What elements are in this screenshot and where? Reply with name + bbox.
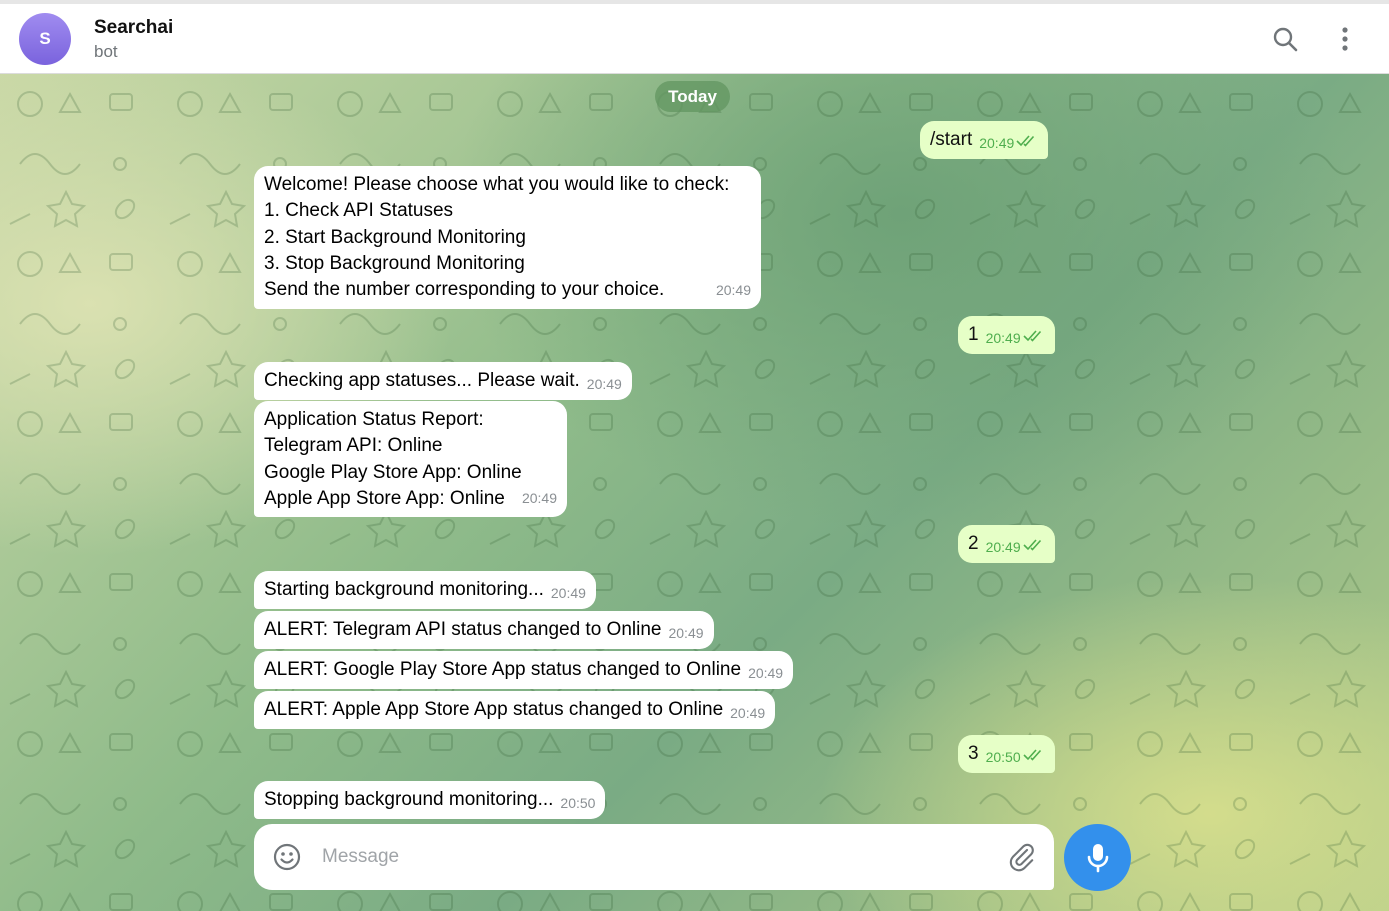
message-time: 20:49 (985, 539, 1021, 555)
message-composer (254, 824, 1054, 890)
message-incoming[interactable]: ALERT: Telegram API status changed to On… (254, 611, 714, 650)
message-input[interactable] (322, 842, 982, 872)
message-outgoing[interactable]: /start 20:49 (920, 121, 1049, 160)
chat-subtitle: bot (94, 42, 118, 61)
double-check-icon (1023, 539, 1041, 551)
message-time: 20:49 (748, 665, 784, 681)
message-text: ALERT: Google Play Store App status chan… (264, 659, 742, 680)
search-icon (1273, 27, 1298, 52)
smile-icon (273, 843, 301, 871)
message-outgoing[interactable]: 2 20:49 (958, 525, 1055, 564)
more-menu-button[interactable] (1328, 22, 1362, 56)
message-incoming[interactable]: Starting background monitoring... 20:49 (254, 571, 596, 610)
message-time: 20:49 (985, 330, 1021, 346)
message-text: Application Status Report: Telegram API:… (264, 409, 522, 509)
message-text: 1 (968, 324, 979, 345)
message-text: Starting background monitoring... (264, 579, 544, 600)
microphone-icon (1087, 843, 1108, 872)
message-text: Stopping background monitoring... (264, 789, 554, 810)
chat-title[interactable]: Searchai (94, 17, 173, 39)
message-text: Checking app statuses... Please wait. (264, 370, 580, 391)
message-time: 20:50 (560, 795, 596, 811)
message-text: 3 (968, 743, 979, 764)
message-incoming[interactable]: Stopping background monitoring... 20:50 (254, 781, 606, 820)
paperclip-icon (1009, 843, 1034, 872)
message-incoming[interactable]: ALERT: Google Play Store App status chan… (254, 651, 794, 690)
message-text: ALERT: Telegram API status changed to On… (264, 619, 662, 640)
double-check-icon (1016, 135, 1035, 147)
message-time: 20:49 (730, 705, 766, 721)
message-text: ALERT: Apple App Store App status change… (264, 699, 724, 720)
message-time: 20:49 (668, 625, 704, 641)
more-vertical-icon (1342, 27, 1348, 51)
message-text: 2 (968, 533, 979, 554)
avatar[interactable]: S (19, 13, 71, 65)
double-check-icon (1023, 749, 1041, 761)
message-time: 20:49 (979, 135, 1015, 151)
date-divider: Today (655, 81, 730, 112)
message-outgoing[interactable]: 3 20:50 (958, 735, 1055, 774)
message-incoming[interactable]: Welcome! Please choose what you would li… (254, 166, 761, 309)
message-incoming[interactable]: Checking app statuses... Please wait. 20:… (254, 362, 632, 401)
message-outgoing[interactable]: 1 20:49 (958, 316, 1055, 355)
message-text: Welcome! Please choose what you would li… (264, 174, 730, 301)
message-time: 20:49 (586, 376, 622, 392)
voice-record-button[interactable] (1064, 824, 1131, 891)
message-time: 20:50 (985, 749, 1021, 765)
message-incoming[interactable]: Application Status Report: Telegram API:… (254, 401, 567, 517)
message-incoming[interactable]: ALERT: Apple App Store App status change… (254, 691, 776, 730)
attach-button[interactable] (1006, 842, 1036, 872)
emoji-button[interactable] (272, 842, 302, 872)
message-time: 20:49 (715, 281, 751, 298)
search-button[interactable] (1268, 22, 1302, 56)
double-check-icon (1023, 330, 1041, 342)
chat-header: S Searchai bot (0, 0, 1389, 74)
message-text: /start (930, 129, 973, 150)
message-time: 20:49 (550, 585, 586, 601)
message-time: 20:49 (521, 489, 557, 506)
